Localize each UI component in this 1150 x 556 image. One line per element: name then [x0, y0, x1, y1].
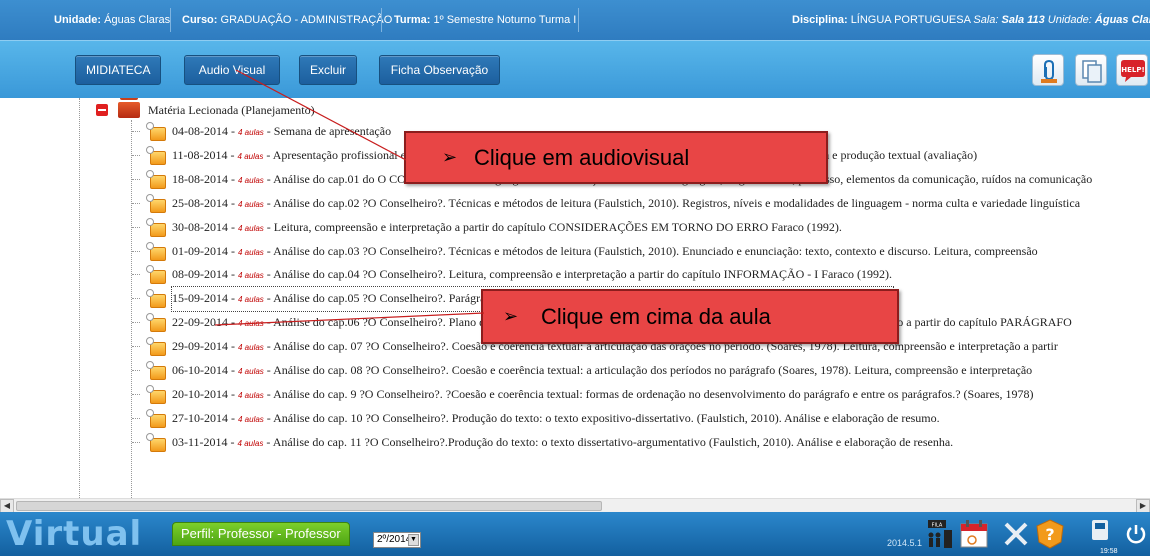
chevron-down-icon[interactable]: ▼ — [408, 534, 419, 546]
scroll-left-icon[interactable]: ◀ — [0, 499, 14, 513]
fila-icon: FILA — [928, 520, 952, 548]
scroll-right-icon[interactable]: ▶ — [1136, 499, 1150, 513]
question-badge-icon: ? — [1036, 519, 1064, 549]
scrollbar-thumb[interactable] — [16, 501, 602, 511]
perfil-tab[interactable]: Perfil: Professor - Professor — [172, 522, 350, 546]
horizontal-scrollbar[interactable]: ◀ ▶ — [0, 498, 1150, 513]
virtual-logo: Virtual — [6, 514, 143, 554]
semester-select[interactable]: 2º/2014 ▼ — [373, 532, 421, 548]
wrench-screwdriver-icon — [1004, 522, 1028, 546]
tools-icon[interactable] — [1000, 518, 1032, 550]
pointer-line — [235, 69, 407, 161]
power-icon[interactable] — [1124, 522, 1148, 546]
version-label: 2014.5.1 — [887, 538, 923, 548]
semester-value: 2º/2014 — [377, 534, 412, 545]
callout-pointers — [214, 69, 485, 326]
queue-icon[interactable]: FILA — [924, 518, 956, 550]
phone-icon[interactable] — [1086, 516, 1118, 548]
power-button-icon — [1126, 525, 1146, 544]
pointer-line — [214, 312, 485, 326]
help-shield-icon[interactable]: ? — [1034, 518, 1066, 550]
calendar-graphic-icon — [960, 520, 988, 548]
svg-text:?: ? — [1045, 525, 1054, 544]
clock-label: 19:58 — [1100, 548, 1118, 555]
telephone-icon — [1092, 520, 1108, 540]
taskbar: Virtual Perfil: Professor - Professor 2º… — [0, 512, 1150, 556]
fila-label: FILA — [932, 523, 943, 529]
calendar-icon[interactable] — [958, 518, 990, 550]
